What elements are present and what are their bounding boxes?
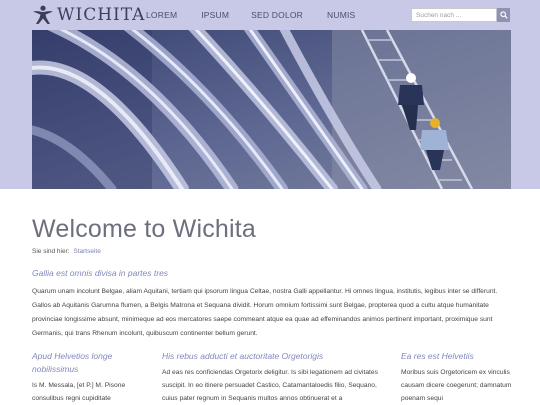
column-1: Apud Helvetios longe nobilissimus Is M. … [32, 350, 142, 405]
breadcrumb-link-home[interactable]: Startseite [73, 248, 100, 255]
section-heading: Gallia est omnis divisa in partes tres [32, 268, 169, 278]
nav-item-lorem[interactable]: LOREM [146, 10, 177, 20]
column-heading: His rebus adducti et auctoritate Orgetor… [162, 351, 324, 361]
column-3: Ea res est Helvetiis Moribus suis Orgeto… [401, 350, 513, 405]
brand-name: WICHITA [57, 5, 146, 25]
search-button[interactable] [497, 8, 510, 22]
nav-item-sed-dolor[interactable]: SED DOLOR [251, 10, 303, 20]
column-heading: Apud Helvetios longe nobilissimus [32, 351, 113, 374]
site-header: WICHITA LOREM IPSUM SED DOLOR NUMIS [0, 0, 540, 30]
search-icon [499, 11, 508, 19]
breadcrumb: Sie sind hier: Startseite [32, 248, 101, 255]
hero-image [32, 30, 511, 189]
intro-paragraph: Quarum unam incolunt Belgae, aliam Aquit… [32, 288, 498, 337]
breadcrumb-label: Sie sind hier: [32, 248, 70, 255]
nav-item-numis[interactable]: NUMIS [327, 10, 355, 20]
page-title: Welcome to Wichita [32, 215, 257, 243]
logo-figure-icon [33, 5, 53, 24]
column-heading: Ea res est Helvetiis [401, 351, 474, 361]
column-2: His rebus adducti et auctoritate Orgetor… [162, 350, 387, 405]
site-logo[interactable]: WICHITA [32, 4, 145, 26]
search-form [411, 8, 510, 22]
column-text: Moribus suis Orgetoricem ex vinculis cau… [401, 369, 512, 402]
nav-item-ipsum[interactable]: IPSUM [201, 10, 229, 20]
column-text: Ad eas res conficiendas Orgetorix deligi… [162, 369, 378, 402]
search-input[interactable] [411, 8, 497, 22]
main-nav: LOREM IPSUM SED DOLOR NUMIS [146, 0, 379, 30]
column-text: Is M. Messala, [et P.] M. Pisone consuli… [32, 382, 126, 402]
